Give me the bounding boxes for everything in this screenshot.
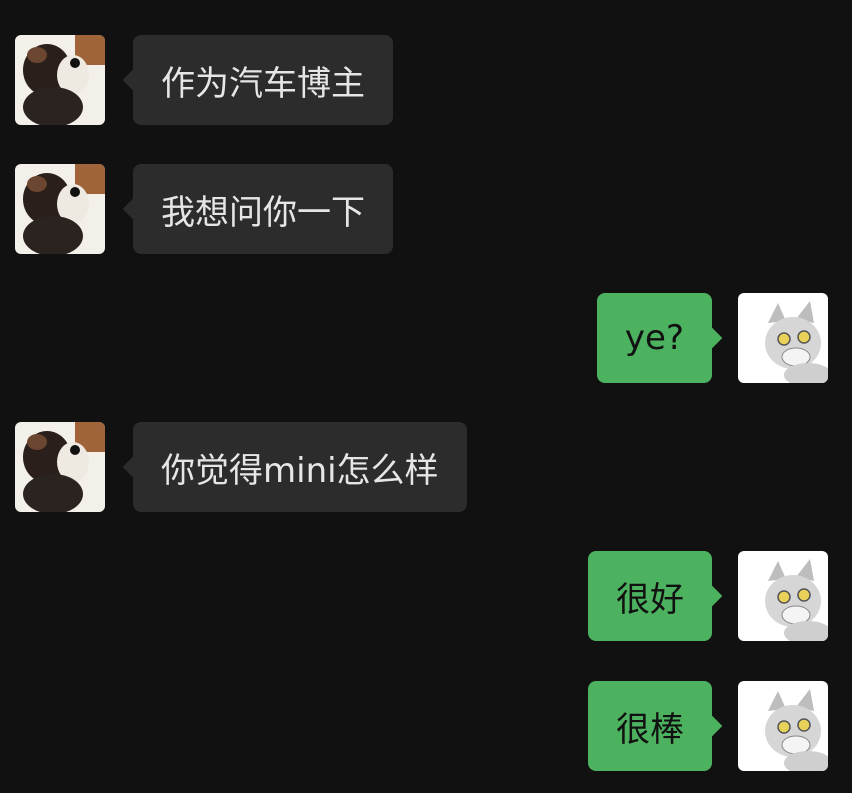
message-text: 很好 — [616, 579, 684, 620]
dog-avatar-icon — [15, 35, 105, 125]
dog-avatar[interactable] — [15, 35, 105, 125]
message-bubble-outgoing[interactable]: 很好 — [588, 551, 723, 641]
dog-avatar[interactable] — [15, 164, 105, 254]
message-bubble-incoming[interactable]: 我想问你一下 — [122, 164, 393, 254]
cat-avatar[interactable] — [738, 681, 828, 771]
cat-avatar[interactable] — [738, 293, 828, 383]
message-bubble-outgoing[interactable]: ye? — [596, 293, 723, 383]
message-text: 你觉得mini怎么样 — [161, 450, 439, 491]
cat-avatar-icon — [738, 681, 828, 771]
bubble-tail — [699, 714, 723, 738]
chat-thread: 作为汽车博主 我想问你一下 ye? 你觉得mini怎么样 很好 很棒 — [0, 0, 852, 793]
message-bubble-incoming[interactable]: 你觉得mini怎么样 — [122, 422, 467, 512]
message-text: 作为汽车博主 — [161, 63, 365, 104]
bubble-tail — [122, 197, 146, 221]
bubble-tail — [122, 455, 146, 479]
bubble-tail — [699, 326, 723, 350]
dog-avatar-icon — [15, 164, 105, 254]
cat-avatar-icon — [738, 551, 828, 641]
message-text: 很棒 — [616, 709, 684, 750]
message-bubble-incoming[interactable]: 作为汽车博主 — [122, 35, 393, 125]
message-text: ye? — [624, 318, 684, 358]
dog-avatar[interactable] — [15, 422, 105, 512]
bubble-tail — [122, 68, 146, 92]
cat-avatar[interactable] — [738, 551, 828, 641]
message-text: 我想问你一下 — [161, 192, 365, 233]
dog-avatar-icon — [15, 422, 105, 512]
message-bubble-outgoing[interactable]: 很棒 — [588, 681, 723, 771]
cat-avatar-icon — [738, 293, 828, 383]
bubble-tail — [699, 584, 723, 608]
